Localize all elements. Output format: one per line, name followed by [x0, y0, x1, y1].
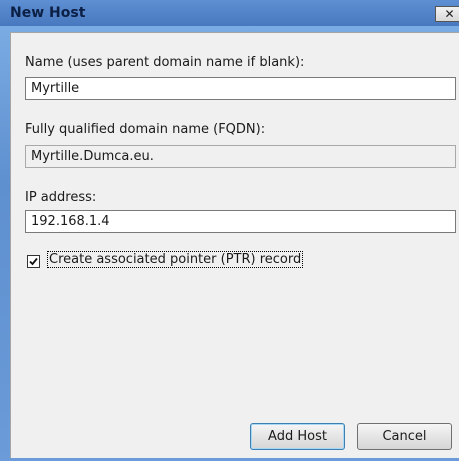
name-input[interactable]: Myrtille: [25, 77, 456, 100]
name-label: Name (uses parent domain name if blank):: [25, 55, 305, 70]
close-button[interactable]: ✕: [435, 6, 459, 22]
fqdn-label: Fully qualified domain name (FQDN):: [25, 122, 266, 137]
dialog-body: Name (uses parent domain name if blank):…: [10, 32, 459, 458]
ip-address-label: IP address:: [25, 190, 97, 205]
ptr-checkbox-label[interactable]: Create associated pointer (PTR) record: [46, 251, 304, 268]
cancel-button[interactable]: Cancel: [357, 423, 452, 450]
title-bar[interactable]: New Host ✕: [0, 0, 459, 26]
close-icon: ✕: [444, 7, 455, 21]
window-title: New Host: [10, 5, 86, 21]
checkmark-icon: [29, 257, 38, 266]
ip-address-input[interactable]: 192.168.1.4: [25, 210, 456, 233]
new-host-dialog: New Host ✕ Name (uses parent domain name…: [0, 0, 459, 461]
add-host-button[interactable]: Add Host: [250, 423, 345, 450]
ptr-checkbox[interactable]: [27, 255, 40, 268]
fqdn-field: Myrtille.Dumca.eu.: [25, 145, 456, 168]
